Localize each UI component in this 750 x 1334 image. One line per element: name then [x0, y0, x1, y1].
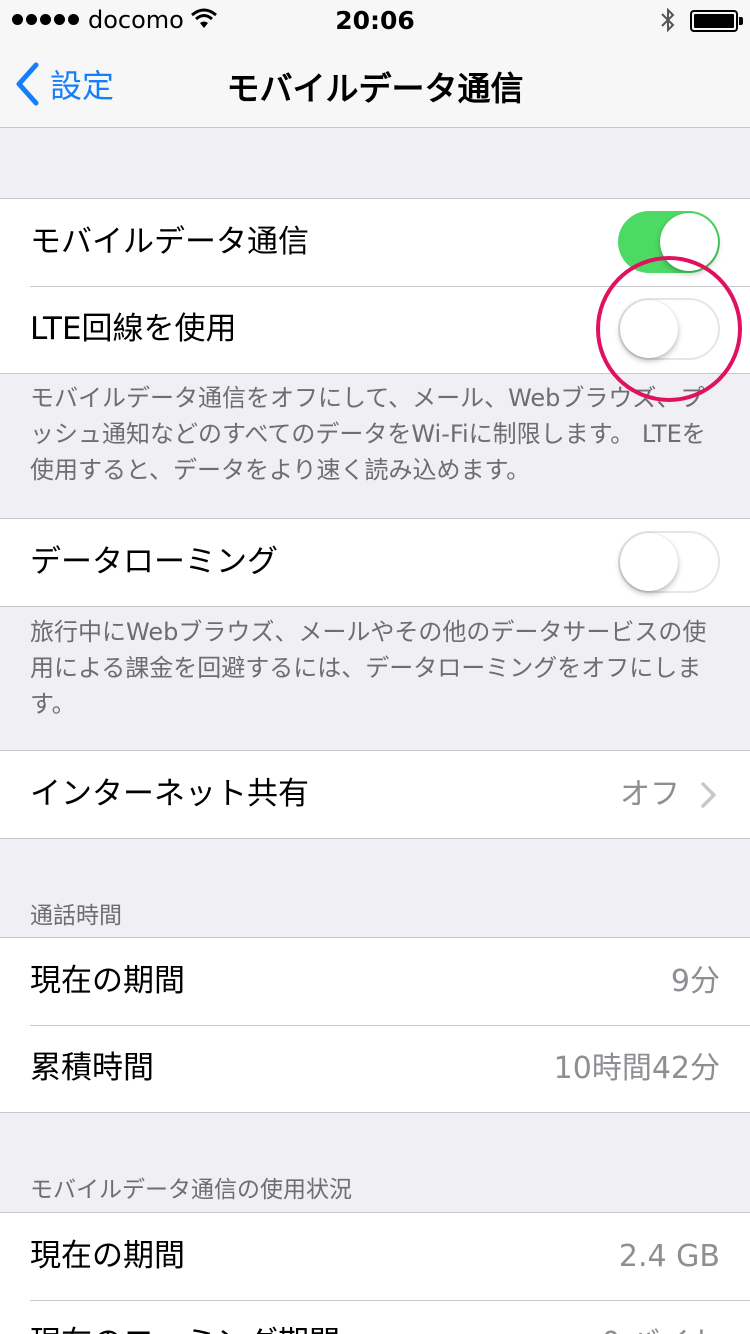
- lte-row: LTE回線を使用: [0, 286, 750, 373]
- call-current-label: 現在の期間: [30, 963, 185, 999]
- call-total-label: 累積時間: [30, 1050, 154, 1086]
- roaming-toggle[interactable]: [618, 531, 720, 593]
- usage-current-row: 現在の期間 2.4 GB: [0, 1213, 750, 1300]
- usage-current-label: 現在の期間: [30, 1238, 185, 1274]
- roaming-group: データローミング: [0, 518, 750, 607]
- call-current-value: 9分: [670, 964, 720, 999]
- status-bar: docomo 20:06: [0, 0, 750, 40]
- hotspot-label: インターネット共有: [30, 776, 309, 812]
- navigation-bar: 設定 モバイルデータ通信: [0, 40, 750, 128]
- lte-toggle[interactable]: [618, 298, 720, 360]
- status-time: 20:06: [335, 6, 415, 35]
- chevron-right-icon: [701, 782, 716, 808]
- call-total-row: 累積時間 10時間42分: [0, 1025, 750, 1112]
- usage-roaming-value: 0 バイト: [601, 1300, 720, 1334]
- call-current-row: 現在の期間 9分: [0, 938, 750, 1025]
- usage-current-value: 2.4 GB: [618, 1239, 720, 1274]
- mobile-data-group: モバイルデータ通信 LTE回線を使用: [0, 198, 750, 374]
- battery-icon: [690, 10, 743, 32]
- usage-roaming-row: 現在のローミング期間 0 バイト: [0, 1300, 750, 1334]
- roaming-footnote: 旅行中にWebブラウズ、メールやその他のデータサービスの使用による課金を回避する…: [30, 618, 707, 718]
- usage-group: 現在の期間 2.4 GB 現在のローミング期間 0 バイト: [0, 1212, 750, 1334]
- call-time-header: 通話時間: [30, 903, 122, 929]
- roaming-row: データローミング: [0, 519, 750, 606]
- bluetooth-icon: [661, 7, 675, 33]
- call-total-value: 10時間42分: [553, 1051, 720, 1086]
- hotspot-row[interactable]: インターネット共有 オフ: [0, 751, 750, 838]
- lte-label: LTE回線を使用: [30, 311, 237, 347]
- call-time-group: 現在の期間 9分 累積時間 10時間42分: [0, 937, 750, 1113]
- usage-header: モバイルデータ通信の使用状況: [30, 1177, 352, 1203]
- page-title: モバイルデータ通信: [226, 69, 524, 108]
- hotspot-value: オフ: [620, 777, 680, 812]
- hotspot-group: インターネット共有 オフ: [0, 750, 750, 839]
- mobile-data-footnote: モバイルデータ通信をオフにして、メール、Webブラウズ、プッシュ通知などのすべて…: [30, 384, 706, 484]
- mobile-data-toggle[interactable]: [618, 211, 720, 273]
- mobile-data-row: モバイルデータ通信: [0, 199, 750, 286]
- usage-roaming-label: 現在のローミング期間: [30, 1300, 340, 1334]
- mobile-data-label: モバイルデータ通信: [30, 224, 309, 260]
- roaming-label: データローミング: [30, 544, 278, 580]
